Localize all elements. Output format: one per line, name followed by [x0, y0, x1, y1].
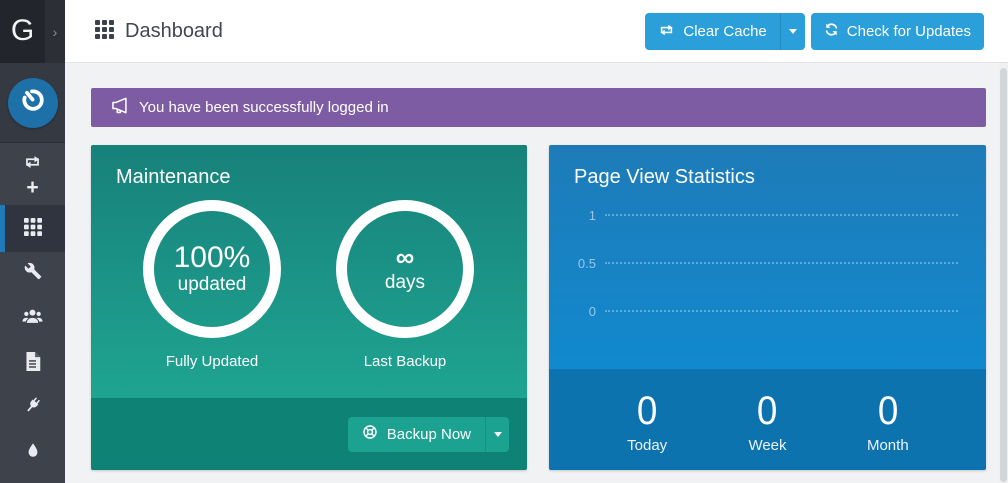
- refresh-icon: [824, 22, 839, 41]
- month-label: Month: [867, 437, 909, 454]
- life-ring-icon: [362, 424, 378, 444]
- retweet-icon: [658, 23, 675, 41]
- page-title: Dashboard: [125, 20, 223, 43]
- today-label: Today: [627, 437, 667, 454]
- scrollbar-track[interactable]: [999, 63, 1008, 483]
- backup-now-label: Backup Now: [387, 426, 471, 443]
- updated-stat-circle: 100% updated: [143, 200, 281, 338]
- dotted-gridline: [605, 214, 958, 216]
- header-title-group: Dashboard: [95, 0, 223, 63]
- updated-value: 100%: [174, 241, 251, 274]
- maintenance-footer: Backup Now: [91, 398, 527, 470]
- dashboard-grid-icon: [95, 20, 114, 44]
- check-updates-label: Check for Updates: [847, 23, 971, 40]
- clear-cache-label: Clear Cache: [683, 23, 766, 40]
- droplet-icon: [26, 443, 40, 460]
- wrench-icon: [24, 262, 42, 280]
- backup-stat-circle: ∞ days: [336, 200, 474, 338]
- statistics-chart-area: Page View Statistics 1 0.5 0: [549, 145, 986, 369]
- y-tick-label: 1: [549, 208, 605, 223]
- clear-cache-split-button: Clear Cache: [645, 13, 804, 50]
- grid-icon: [24, 218, 42, 236]
- plus-icon: +: [26, 177, 38, 198]
- clear-cache-dropdown-button[interactable]: [780, 13, 805, 50]
- sidebar: G ›: [0, 0, 65, 483]
- logo-button[interactable]: G: [0, 0, 45, 63]
- backup-value: ∞: [396, 243, 415, 272]
- month-value: 0: [878, 391, 898, 431]
- logo-row: G ›: [0, 0, 65, 63]
- check-updates-button[interactable]: Check for Updates: [811, 13, 984, 50]
- statistics-title: Page View Statistics: [574, 166, 755, 189]
- backup-now-button[interactable]: Backup Now: [348, 417, 485, 452]
- caret-down-icon: [789, 29, 797, 34]
- updated-unit: updated: [178, 274, 247, 297]
- maintenance-body: Maintenance 100% updated ∞ days Fully Up…: [91, 145, 527, 398]
- updated-label: Fully Updated: [143, 353, 281, 370]
- sidebar-item-add[interactable]: +: [0, 167, 65, 207]
- scrollbar-thumb[interactable]: [1000, 68, 1007, 482]
- header-actions: Clear Cache Check: [645, 13, 984, 50]
- backup-unit: days: [385, 272, 425, 295]
- y-tick-label: 0: [549, 304, 605, 319]
- y-tick-label: 0.5: [549, 256, 605, 271]
- today-value: 0: [637, 391, 657, 431]
- app-window: G ›: [0, 0, 1008, 483]
- chart-gridline-row: 0: [549, 303, 986, 319]
- chart-gridline-row: 1: [549, 207, 986, 223]
- sidebar-item-theme[interactable]: [0, 431, 65, 471]
- stat-month: 0 Month: [828, 369, 948, 470]
- week-label: Week: [748, 437, 786, 454]
- megaphone-icon: [112, 97, 130, 119]
- stat-week: 0 Week: [707, 369, 827, 470]
- maintenance-title: Maintenance: [116, 166, 231, 189]
- backup-dropdown-button[interactable]: [485, 417, 509, 452]
- week-value: 0: [757, 391, 777, 431]
- sidebar-expand-toggle[interactable]: ›: [45, 0, 65, 63]
- caret-down-icon: [494, 432, 502, 437]
- clear-cache-button[interactable]: Clear Cache: [645, 13, 779, 50]
- backup-split-button: Backup Now: [348, 417, 509, 452]
- users-icon: [22, 307, 43, 325]
- sidebar-item-plugins[interactable]: [0, 385, 65, 425]
- sidebar-item-dashboard[interactable]: [0, 207, 65, 247]
- page-view-statistics-panel: Page View Statistics 1 0.5 0 0 Today 0 W…: [549, 145, 986, 470]
- dotted-gridline: [605, 310, 958, 312]
- power-block: [0, 63, 65, 143]
- login-success-alert: You have been successfully logged in: [91, 88, 986, 127]
- header-bar: Dashboard Clear Cache: [65, 0, 1008, 63]
- backup-label: Last Backup: [336, 353, 474, 370]
- logo-letter: G: [11, 14, 34, 48]
- power-icon: [18, 85, 48, 120]
- maintenance-panel: Maintenance 100% updated ∞ days Fully Up…: [91, 145, 527, 470]
- alert-message: You have been successfully logged in: [139, 99, 389, 116]
- stat-today: 0 Today: [587, 369, 707, 470]
- chevron-right-icon: ›: [53, 25, 58, 39]
- chart-gridline-row: 0.5: [549, 255, 986, 271]
- sidebar-item-pages[interactable]: [0, 341, 65, 381]
- sidebar-item-users[interactable]: [0, 296, 65, 336]
- plug-icon: [23, 396, 42, 415]
- sidebar-item-tools[interactable]: [0, 251, 65, 291]
- file-icon: [24, 352, 41, 371]
- dotted-gridline: [605, 262, 958, 264]
- power-logo-button[interactable]: [8, 78, 58, 128]
- statistics-footer: 0 Today 0 Week 0 Month: [549, 369, 986, 470]
